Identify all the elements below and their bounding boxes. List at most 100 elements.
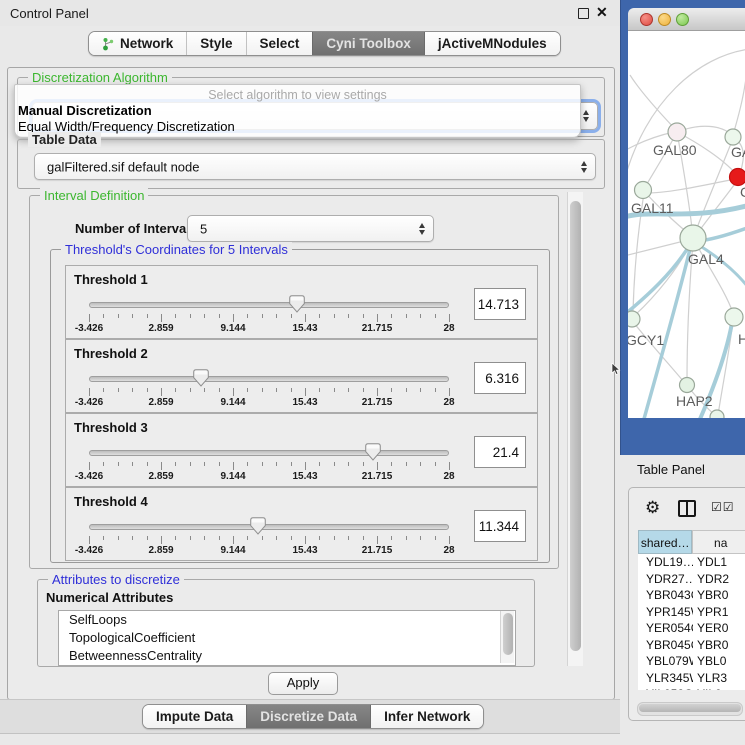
network-node[interactable] <box>680 225 706 251</box>
table-row[interactable]: YIL052CYIL0 <box>638 686 745 690</box>
slider-thumb[interactable] <box>365 443 381 464</box>
node-table: shared… na YDL19…YDL1YDR27…YDR2YBR043CYB… <box>638 530 745 690</box>
threshold-value-field[interactable]: 14.713 <box>474 288 526 320</box>
control-panel-titlebar: Control Panel ✕ <box>0 0 620 26</box>
network-node[interactable] <box>628 311 640 327</box>
table-cell[interactable]: YIL052C <box>638 686 693 690</box>
table-row[interactable]: YBR045CYBR0 <box>638 637 745 654</box>
threshold-value-field[interactable]: 6.316 <box>474 362 526 394</box>
group-title: Discretization Algorithm <box>28 70 172 85</box>
table-cell[interactable]: YIL0 <box>693 686 745 690</box>
slider-thumb[interactable] <box>193 369 209 390</box>
tab-network[interactable]: Network <box>89 32 186 55</box>
threshold-panel: Threshold 4 -3.4262.8599.14415.4321.7152… <box>65 487 538 561</box>
group-title: Attributes to discretize <box>48 572 184 587</box>
numerical-attributes-list[interactable]: SelfLoopsTopologicalCoefficientBetweenne… <box>58 610 516 666</box>
window-lights-bar <box>628 8 745 31</box>
close-traffic-icon[interactable] <box>640 13 653 26</box>
table-cell[interactable]: YER0 <box>693 620 745 637</box>
slider-track[interactable] <box>89 302 449 308</box>
threshold-label: Threshold 2 <box>74 346 148 361</box>
slider-track[interactable] <box>89 524 449 530</box>
gear-icon[interactable]: ⚙ <box>645 498 660 518</box>
threshold-value-field[interactable]: 11.344 <box>474 510 526 542</box>
threshold-slider[interactable] <box>89 516 449 538</box>
column-header-name[interactable]: na <box>692 530 745 554</box>
tab-label: Cyni Toolbox <box>326 36 411 51</box>
tab-jactivemnodules[interactable]: jActiveMNodules <box>424 32 560 55</box>
network-node[interactable] <box>730 169 745 186</box>
tab-label: Discretize Data <box>260 709 357 724</box>
table-cell[interactable]: YDL1 <box>693 554 745 571</box>
table-cell[interactable]: YBR0 <box>693 587 745 604</box>
table-cell[interactable]: YDR27… <box>638 571 693 588</box>
tab-cyni-toolbox[interactable]: Cyni Toolbox <box>312 32 424 55</box>
threshold-label: Threshold 3 <box>74 420 148 435</box>
threshold-panel: Threshold 1 -3.4262.8599.14415.4321.7152… <box>65 265 538 339</box>
tab-label: Impute Data <box>156 709 233 724</box>
threshold-value-field[interactable]: 21.4 <box>474 436 526 468</box>
table-cell[interactable]: YDR2 <box>693 571 745 588</box>
threshold-slider[interactable] <box>89 294 449 316</box>
checkbox-checked-icons[interactable]: ☑☑ <box>711 500 735 514</box>
close-icon[interactable]: ✕ <box>596 4 608 21</box>
table-cell[interactable]: YBR043C <box>638 587 693 604</box>
table-row[interactable]: YLR345WYLR3 <box>638 670 745 687</box>
num-intervals-select[interactable]: 5 <box>187 215 434 242</box>
table-cell[interactable]: YBL0 <box>693 653 745 670</box>
attribute-item[interactable]: TopologicalCoefficient <box>59 629 515 647</box>
attributes-scrollbar[interactable] <box>500 611 514 663</box>
tab-label: Select <box>260 36 300 51</box>
table-cell[interactable]: YPR145W <box>638 604 693 621</box>
node-label: HAP2 <box>676 393 713 409</box>
slider-thumb[interactable] <box>289 295 305 316</box>
algorithm-dropdown-popup: Select algorithm to view settings Manual… <box>14 84 581 138</box>
slider-track[interactable] <box>89 450 449 456</box>
table-row[interactable]: YBL079WYBL0 <box>638 653 745 670</box>
network-node[interactable] <box>725 129 741 145</box>
tab-style[interactable]: Style <box>186 32 245 55</box>
network-node[interactable] <box>635 182 652 199</box>
table-data-select[interactable]: galFiltered.sif default node <box>34 153 596 180</box>
network-node[interactable] <box>725 308 743 326</box>
table-cell[interactable]: YBR0 <box>693 637 745 654</box>
mode-tab-discretize-data[interactable]: Discretize Data <box>246 705 370 728</box>
apply-button[interactable]: Apply <box>268 672 338 695</box>
slider-thumb[interactable] <box>250 517 266 538</box>
threshold-panel: Threshold 2 -3.4262.8599.14415.4321.7152… <box>65 339 538 413</box>
table-cell[interactable]: YBL079W <box>638 653 693 670</box>
table-row[interactable]: YDL19…YDL1 <box>638 554 745 571</box>
network-node[interactable] <box>680 378 695 393</box>
popup-option-manual[interactable]: Manual Discretization <box>18 103 152 118</box>
threshold-slider[interactable] <box>89 442 449 464</box>
popup-placeholder-item[interactable]: Select algorithm to view settings <box>15 88 580 102</box>
table-cell[interactable]: YLR345W <box>638 670 693 687</box>
mode-tab-infer-network[interactable]: Infer Network <box>370 705 483 728</box>
threshold-slider[interactable] <box>89 368 449 390</box>
table-row[interactable]: YBR043CYBR0 <box>638 587 745 604</box>
table-cell[interactable]: YLR3 <box>693 670 745 687</box>
network-node[interactable] <box>668 123 686 141</box>
tab-select[interactable]: Select <box>246 32 313 55</box>
zoom-traffic-icon[interactable] <box>676 13 689 26</box>
network-canvas[interactable]: GAL80GACGAL11GAL4GCY1HHAP2 <box>628 31 745 418</box>
attribute-item[interactable]: SelfLoops <box>59 611 515 629</box>
panel-scrollbar[interactable] <box>567 192 583 666</box>
network-node[interactable] <box>710 410 724 418</box>
table-hscrollbar[interactable] <box>637 702 743 716</box>
attribute-item[interactable]: BetweennessCentrality <box>59 647 515 665</box>
table-cell[interactable]: YDL19… <box>638 554 693 571</box>
table-row[interactable]: YPR145WYPR1 <box>638 604 745 621</box>
column-header-shared-name[interactable]: shared… <box>638 530 692 554</box>
table-row[interactable]: YER054CYER0 <box>638 620 745 637</box>
minimize-traffic-icon[interactable] <box>658 13 671 26</box>
table-cell[interactable]: YPR1 <box>693 604 745 621</box>
panel-title: Control Panel <box>10 6 89 21</box>
mode-tab-impute-data[interactable]: Impute Data <box>143 705 246 728</box>
table-cell[interactable]: YBR045C <box>638 637 693 654</box>
slider-track[interactable] <box>89 376 449 382</box>
table-cell[interactable]: YER054C <box>638 620 693 637</box>
float-icon[interactable] <box>578 8 589 19</box>
table-row[interactable]: YDR27…YDR2 <box>638 571 745 588</box>
split-view-icon[interactable] <box>678 500 696 517</box>
